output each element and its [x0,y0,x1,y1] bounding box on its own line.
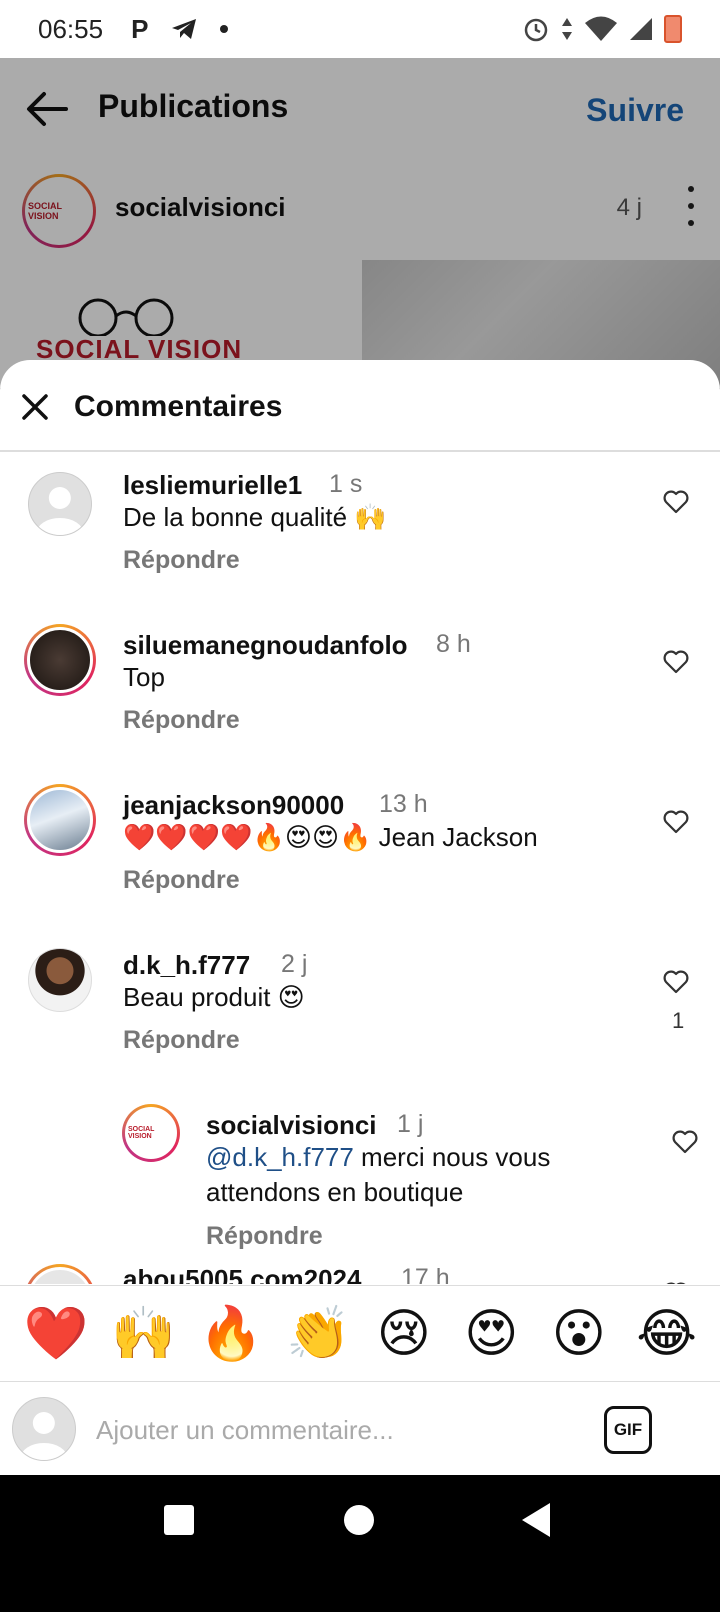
emoji-heart-button[interactable]: ❤️ [24,1308,89,1360]
comment-username[interactable]: d.k_h.f777 [123,950,250,981]
comment-item: jeanjackson90000 13 h ❤️❤️❤️❤️🔥😍😍🔥 Jean … [0,774,720,924]
comment-username[interactable]: abou5005.com2024 [123,1264,361,1284]
comment-time: 2 j [281,950,308,978]
close-icon[interactable] [20,392,50,422]
emoji-heart-eyes-button[interactable]: 😍 [461,1308,521,1360]
comment-text: De la bonne qualité 🙌 [123,502,387,532]
emoji-clap-button[interactable]: 👏 [286,1308,351,1360]
status-bar: 06:55 P [0,0,720,58]
my-avatar [12,1397,76,1461]
comment-text: Top [123,662,165,692]
comment-username[interactable]: siluemanegnoudanfolo [123,630,408,661]
avatar[interactable] [28,948,92,1012]
mention-link[interactable]: @d.k_h.f777 [206,1142,354,1172]
reply-button[interactable]: Répondre [123,546,240,575]
comment-time: 1 j [397,1110,424,1138]
avatar[interactable]: SOCIAL VISION [122,1104,180,1162]
heart-icon[interactable] [672,1130,698,1154]
heart-icon[interactable] [663,970,689,994]
comment-text: Beau produit 😍 [123,982,305,1012]
comment-time: 8 h [436,630,471,658]
emoji-crying-button[interactable]: 😢 [374,1308,434,1360]
comment-composer: GIF [0,1381,720,1475]
comment-item: d.k_h.f777 2 j Beau produit 😍 Répondre 1 [0,934,720,1084]
emoji-fire-button[interactable]: 🔥 [199,1308,264,1360]
back-nav-icon[interactable] [522,1503,550,1537]
comment-time: 17 h [401,1264,450,1284]
data-arrows-icon [562,18,572,40]
comment-item: lesliemurielle1 1 s De la bonne qualité … [0,454,720,604]
status-left-icons: P [131,13,229,45]
sheet-header: Commentaires [0,360,720,452]
comment-username[interactable]: jeanjackson90000 [123,790,344,821]
system-nav-bar [0,1475,720,1612]
comment-item: siluemanegnoudanfolo 8 h Top Répondre [0,614,720,764]
notification-dot-icon [220,25,229,33]
avatar[interactable] [24,784,96,856]
heart-icon[interactable] [663,810,689,834]
status-time: 06:55 [38,13,104,44]
comment-time: 1 s [329,470,363,498]
emoji-surprised-button[interactable]: 😮 [549,1308,609,1360]
gif-button[interactable]: GIF [604,1406,652,1454]
comment-text: @d.k_h.f777 merci nous vous attendons en… [206,1140,626,1210]
reply-button[interactable]: Répondre [123,866,240,895]
avatar[interactable] [28,472,92,536]
recents-icon[interactable] [164,1505,194,1535]
emoji-reaction-bar: ❤️ 🙌 🔥 👏 😢 😍 😮 😂 [0,1285,720,1381]
avatar[interactable] [24,1264,96,1284]
comments-list[interactable]: lesliemurielle1 1 s De la bonne qualité … [0,454,720,1284]
home-icon[interactable] [344,1505,374,1535]
comment-input[interactable] [96,1408,576,1452]
wifi-icon [585,16,617,41]
comment-username[interactable]: lesliemurielle1 [123,470,302,501]
heart-icon[interactable] [663,650,689,674]
comment-username[interactable]: socialvisionci [206,1110,377,1141]
parking-icon: P [131,13,149,44]
dim-overlay[interactable] [0,58,720,388]
emoji-raised-hands-button[interactable]: 🙌 [111,1308,176,1360]
comment-time: 13 h [379,790,428,818]
sheet-title: Commentaires [74,390,283,423]
comment-text: ❤️❤️❤️❤️🔥😍😍🔥 Jean Jackson [123,822,538,852]
telegram-icon [172,19,197,39]
battery-icon [664,15,682,43]
heart-icon[interactable] [663,1282,689,1284]
reply-comment-item: SOCIAL VISION socialvisionci 1 j @d.k_h.… [0,1094,720,1284]
reply-button[interactable]: Répondre [206,1222,323,1251]
emoji-laughing-button[interactable]: 😂 [636,1308,697,1360]
signal-icon [630,18,652,40]
status-right-icons [522,15,682,43]
comment-item: abou5005.com2024 17 h [0,1264,720,1284]
alarm-icon [524,18,548,42]
reply-button[interactable]: Répondre [123,1026,240,1055]
like-count: 1 [672,1008,685,1033]
reply-button[interactable]: Répondre [123,706,240,735]
heart-icon[interactable] [663,490,689,514]
avatar[interactable] [24,624,96,696]
social-vision-logo-icon: SOCIAL VISION [128,1126,155,1140]
